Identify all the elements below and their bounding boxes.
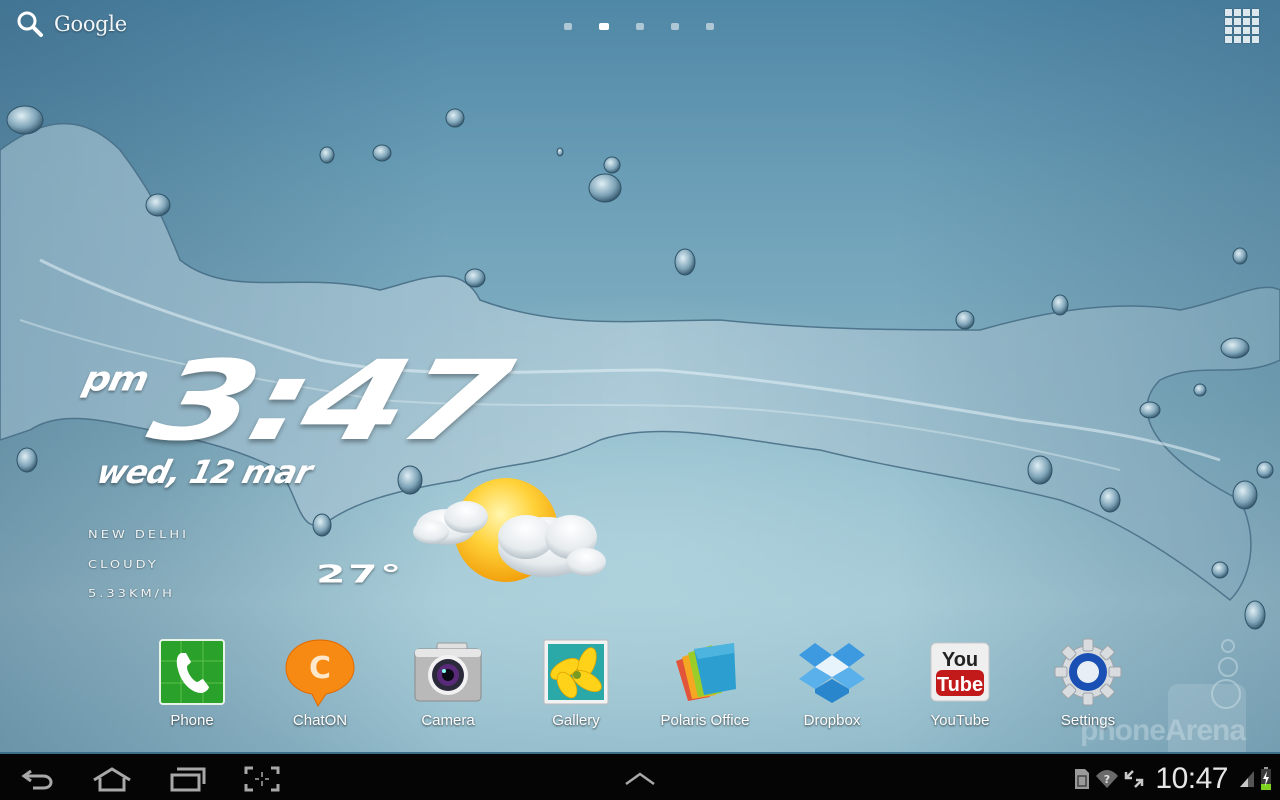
app-settings[interactable]: Settings <box>1033 636 1143 736</box>
app-dropbox[interactable]: Dropbox <box>777 636 887 736</box>
all-apps-button[interactable] <box>1224 8 1262 44</box>
clock-ampm: pm <box>79 359 152 399</box>
svg-text:C: C <box>309 651 331 686</box>
svg-text:?: ? <box>1104 773 1110 786</box>
google-search-button[interactable]: Google <box>16 10 127 38</box>
clock-time: 3:47 <box>138 337 518 465</box>
page-dot[interactable] <box>671 23 679 30</box>
weather-wind-speed: 5.33km/h <box>88 588 175 600</box>
app-chaton[interactable]: C ChatON <box>265 636 375 736</box>
phone-icon <box>156 636 228 708</box>
app-label: Settings <box>1060 712 1116 729</box>
app-label: Dropbox <box>803 712 861 729</box>
app-label: Phone <box>170 712 214 729</box>
camera-icon <box>412 636 484 708</box>
wifi-unknown-icon: ? <box>1096 770 1119 788</box>
app-youtube[interactable]: You Tube YouTube <box>905 636 1015 736</box>
signal-icon <box>1240 771 1254 787</box>
app-label: YouTube <box>930 712 990 729</box>
svg-text:You: You <box>942 649 978 671</box>
app-label: Gallery <box>552 712 600 729</box>
polaris-office-icon <box>669 636 741 708</box>
back-button[interactable] <box>12 762 64 796</box>
screenshot-icon <box>244 766 280 792</box>
app-polaris-office[interactable]: Polaris Office <box>650 636 760 736</box>
google-search-label: Google <box>54 12 127 36</box>
page-dot[interactable] <box>564 23 572 30</box>
weather-city: New Delhi <box>88 529 190 541</box>
app-label: ChatON <box>292 712 348 729</box>
status-area[interactable]: ? 10:47 <box>1073 762 1272 796</box>
app-dock: Phone C ChatON Camera Gallery Polaris Of… <box>0 636 1280 736</box>
home-icon <box>93 767 131 792</box>
status-clock: 10:47 <box>1155 762 1228 795</box>
screenshot-button[interactable] <box>236 762 288 796</box>
partly-cloudy-icon <box>413 478 606 582</box>
recent-apps-button[interactable] <box>162 762 214 796</box>
youtube-icon: You Tube <box>924 636 996 708</box>
svg-text:Tube: Tube <box>937 674 983 696</box>
expand-up-button[interactable] <box>614 762 666 796</box>
clock-date: wed, 12 mar <box>93 453 316 491</box>
chevron-up-icon <box>625 772 655 786</box>
chaton-icon: C <box>284 636 356 708</box>
sync-icon <box>1125 770 1144 788</box>
recent-apps-icon <box>170 767 206 792</box>
weather-condition: Cloudy <box>88 559 159 571</box>
page-dot-active[interactable] <box>599 23 609 30</box>
back-icon <box>21 769 53 790</box>
gallery-icon <box>540 636 612 708</box>
home-button[interactable] <box>86 762 138 796</box>
page-dot[interactable] <box>636 23 644 30</box>
sd-card-icon <box>1075 769 1090 789</box>
app-camera[interactable]: Camera <box>393 636 503 736</box>
app-gallery[interactable]: Gallery <box>521 636 631 736</box>
app-label: Camera <box>421 712 475 729</box>
app-label: Polaris Office <box>660 712 750 729</box>
battery-charging-icon <box>1261 767 1271 790</box>
weather-temperature: 27° <box>316 560 404 589</box>
settings-icon <box>1052 636 1124 708</box>
page-dot[interactable] <box>706 23 714 30</box>
app-phone[interactable]: Phone <box>137 636 247 736</box>
system-navigation-bar: ? 10:47 <box>0 752 1280 800</box>
search-icon <box>17 11 43 37</box>
home-page-indicator <box>564 23 714 30</box>
dropbox-icon <box>796 636 868 708</box>
